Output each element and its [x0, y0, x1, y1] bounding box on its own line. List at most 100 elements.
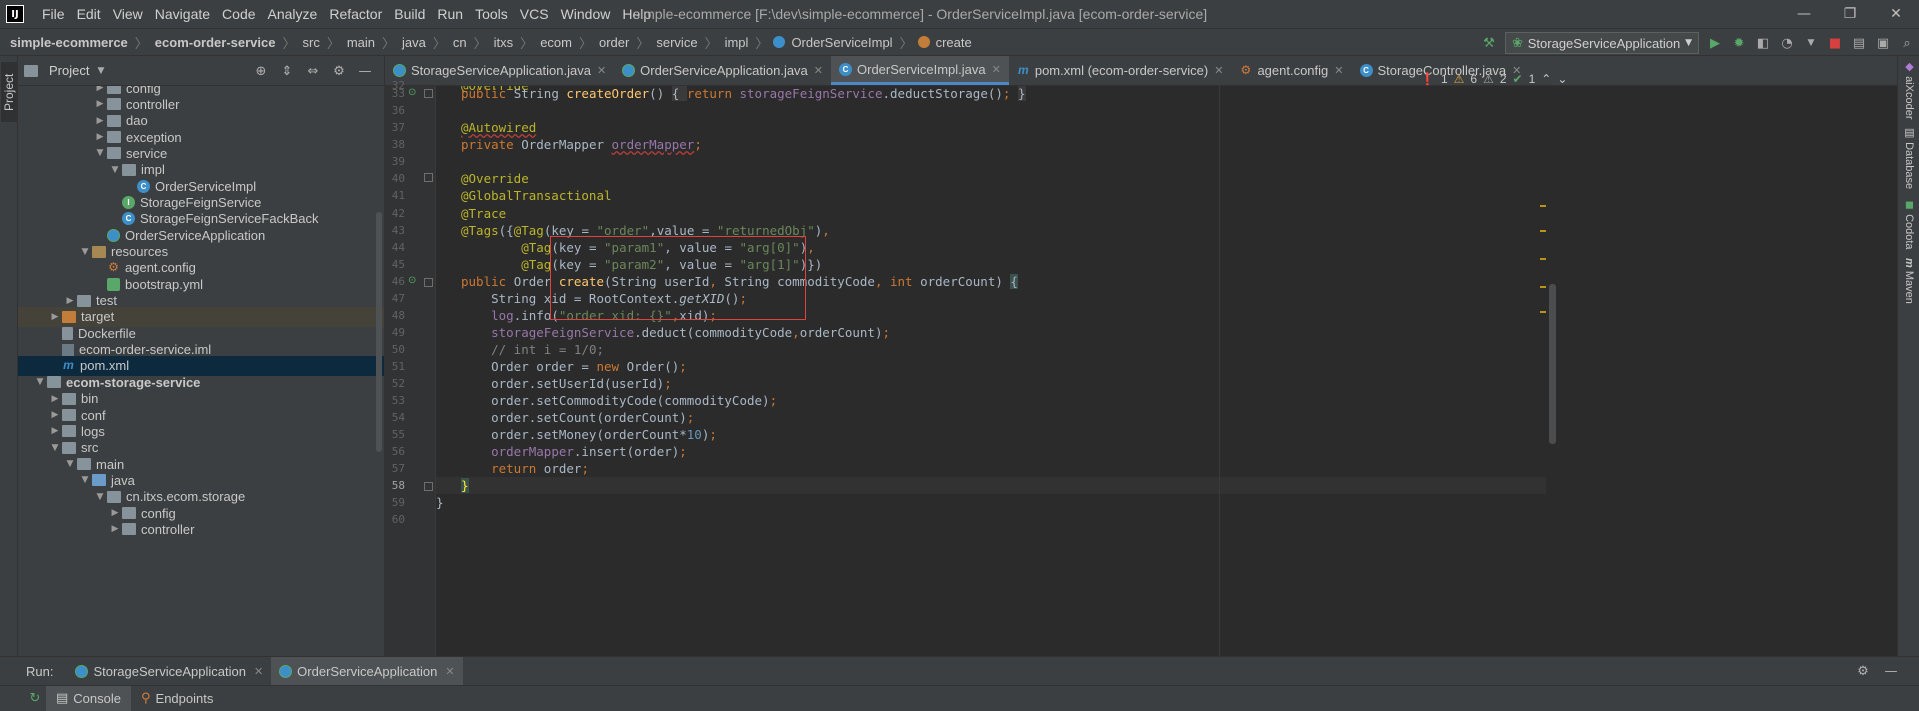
- warning-marker[interactable]: [1540, 311, 1546, 313]
- warning-marker[interactable]: [1540, 205, 1546, 207]
- breadcrumb-item[interactable]: src: [300, 35, 321, 50]
- breadcrumb-item[interactable]: itxs: [492, 35, 516, 50]
- layout-icon[interactable]: ▣: [1871, 32, 1895, 54]
- expand-all-icon[interactable]: ⇕: [274, 64, 300, 79]
- collapsed-arrow-icon[interactable]: ▶: [93, 99, 107, 109]
- breadcrumb-item[interactable]: impl: [723, 35, 751, 50]
- breadcrumb-item[interactable]: order: [597, 35, 631, 50]
- gear-icon[interactable]: ⚙: [326, 64, 352, 79]
- menu-item-navigate[interactable]: Navigate: [149, 0, 216, 28]
- expanded-arrow-icon[interactable]: ▼: [78, 247, 92, 257]
- expanded-arrow-icon[interactable]: ▼: [108, 165, 122, 175]
- project-structure-icon[interactable]: ▤: [1847, 32, 1871, 54]
- gear-icon[interactable]: ⚙: [1849, 664, 1877, 679]
- breadcrumb-item[interactable]: ecom-order-service: [153, 35, 278, 50]
- chevron-down-icon[interactable]: ▼: [97, 66, 104, 76]
- code-editor[interactable]: @Override public String createOrder() { …: [436, 86, 1546, 656]
- codota-tool-button[interactable]: ◼ Codota: [1901, 198, 1917, 250]
- run-tab-order[interactable]: OrderServiceApplication ✕: [271, 656, 463, 686]
- editor-scroll-thumb[interactable]: [1549, 284, 1556, 444]
- run-configuration-select[interactable]: ❀ StorageServiceApplication ▼: [1505, 32, 1699, 54]
- menu-item-build[interactable]: Build: [388, 0, 431, 28]
- collapsed-arrow-icon[interactable]: ▶: [48, 394, 62, 404]
- warning-marker[interactable]: [1540, 230, 1546, 232]
- implements-marker-icon[interactable]: ⊙: [408, 275, 416, 286]
- collapsed-arrow-icon[interactable]: ▶: [93, 132, 107, 142]
- breadcrumb-item[interactable]: simple-ecommerce: [8, 35, 130, 50]
- coverage-icon[interactable]: ◧: [1751, 32, 1775, 54]
- rerun-icon[interactable]: ↻: [24, 691, 46, 706]
- expanded-arrow-icon[interactable]: ▼: [93, 492, 107, 502]
- previous-highlight-icon[interactable]: ⌃: [1541, 72, 1551, 86]
- breadcrumb-item[interactable]: OrderServiceImpl: [789, 35, 894, 50]
- profile-icon[interactable]: ◔: [1775, 32, 1799, 54]
- collapsed-arrow-icon[interactable]: ▶: [63, 296, 77, 306]
- run-icon[interactable]: ▶: [1703, 32, 1727, 54]
- close-icon[interactable]: ✕: [254, 665, 263, 678]
- locate-target-icon[interactable]: ⊕: [248, 64, 274, 79]
- minimize-button[interactable]: —: [1781, 0, 1827, 28]
- fold-icon[interactable]: [424, 89, 433, 98]
- editor-scrollbar[interactable]: [1546, 86, 1560, 656]
- build-hammer-icon[interactable]: ⚒: [1477, 32, 1501, 54]
- editor-tab[interactable]: m pom.xml (ecom-order-service) ✕: [1009, 56, 1232, 85]
- tree-node[interactable]: ▶ controller: [18, 519, 384, 539]
- collapse-all-icon[interactable]: ⇔: [300, 64, 326, 79]
- breadcrumb-item[interactable]: create: [934, 35, 974, 50]
- collapsed-arrow-icon[interactable]: ▶: [48, 426, 62, 436]
- menu-item-edit[interactable]: Edit: [71, 0, 107, 28]
- expanded-arrow-icon[interactable]: ▼: [93, 148, 107, 158]
- close-icon[interactable]: ✕: [1214, 64, 1223, 77]
- console-tab[interactable]: ▤ Console: [46, 685, 131, 711]
- menu-item-code[interactable]: Code: [216, 0, 261, 28]
- editor-tab[interactable]: C OrderServiceImpl.java ✕: [831, 56, 1009, 85]
- menu-item-run[interactable]: Run: [431, 0, 469, 28]
- project-scrollbar[interactable]: [376, 212, 382, 452]
- close-icon[interactable]: ✕: [445, 665, 454, 678]
- breadcrumb-item[interactable]: service: [654, 35, 699, 50]
- close-icon[interactable]: ✕: [814, 64, 823, 77]
- menu-item-analyze[interactable]: Analyze: [262, 0, 324, 28]
- restore-button[interactable]: ❐: [1827, 0, 1873, 28]
- expanded-arrow-icon[interactable]: ▼: [63, 459, 77, 469]
- run-tab-storage[interactable]: StorageServiceApplication ✕: [67, 657, 271, 686]
- menu-item-file[interactable]: File: [36, 0, 71, 28]
- menu-item-vcs[interactable]: VCS: [514, 0, 555, 28]
- stop-icon[interactable]: ■: [1823, 32, 1847, 54]
- implements-marker-icon[interactable]: ⊙: [408, 87, 416, 98]
- debug-icon[interactable]: ✹: [1727, 32, 1751, 54]
- editor-tab[interactable]: StorageServiceApplication.java ✕: [385, 56, 614, 85]
- fold-icon[interactable]: [424, 173, 433, 182]
- close-icon[interactable]: ✕: [992, 63, 1001, 76]
- collapsed-arrow-icon[interactable]: ▶: [93, 116, 107, 126]
- warning-marker[interactable]: [1540, 286, 1546, 288]
- warning-marker[interactable]: [1540, 258, 1546, 260]
- aixcoder-tool-button[interactable]: ◆ aiXcoder: [1901, 60, 1917, 119]
- database-tool-button[interactable]: ▤ Database: [1901, 126, 1917, 189]
- menu-item-tools[interactable]: Tools: [469, 0, 514, 28]
- close-window-button[interactable]: ✕: [1873, 0, 1919, 28]
- editor-tab[interactable]: OrderServiceApplication.java ✕: [614, 56, 831, 85]
- menu-item-window[interactable]: Window: [555, 0, 617, 28]
- hide-panel-icon[interactable]: —: [1877, 664, 1905, 679]
- breadcrumb-item[interactable]: ecom: [538, 35, 574, 50]
- endpoints-tab[interactable]: ⚲ Endpoints: [131, 686, 223, 711]
- expanded-arrow-icon[interactable]: ▼: [78, 475, 92, 485]
- more-run-chevron-icon[interactable]: ▼: [1799, 32, 1823, 54]
- fold-icon[interactable]: [424, 482, 433, 491]
- maven-tool-button[interactable]: m Maven: [1901, 258, 1917, 304]
- expanded-arrow-icon[interactable]: ▼: [33, 377, 47, 387]
- collapsed-arrow-icon[interactable]: ▶: [48, 312, 62, 322]
- fold-icon[interactable]: [424, 278, 433, 287]
- menu-item-view[interactable]: View: [107, 0, 149, 28]
- collapsed-arrow-icon[interactable]: ▶: [108, 508, 122, 518]
- next-highlight-icon[interactable]: ⌄: [1557, 72, 1567, 86]
- collapsed-arrow-icon[interactable]: ▶: [108, 524, 122, 534]
- project-title[interactable]: Project: [49, 63, 89, 78]
- close-icon[interactable]: ✕: [1334, 64, 1343, 77]
- collapsed-arrow-icon[interactable]: ▶: [93, 86, 107, 93]
- menu-item-refactor[interactable]: Refactor: [323, 0, 388, 28]
- breadcrumb-item[interactable]: main: [345, 35, 377, 50]
- intellij-logo-icon[interactable]: IJ: [6, 5, 24, 23]
- breadcrumb-item[interactable]: java: [400, 35, 428, 50]
